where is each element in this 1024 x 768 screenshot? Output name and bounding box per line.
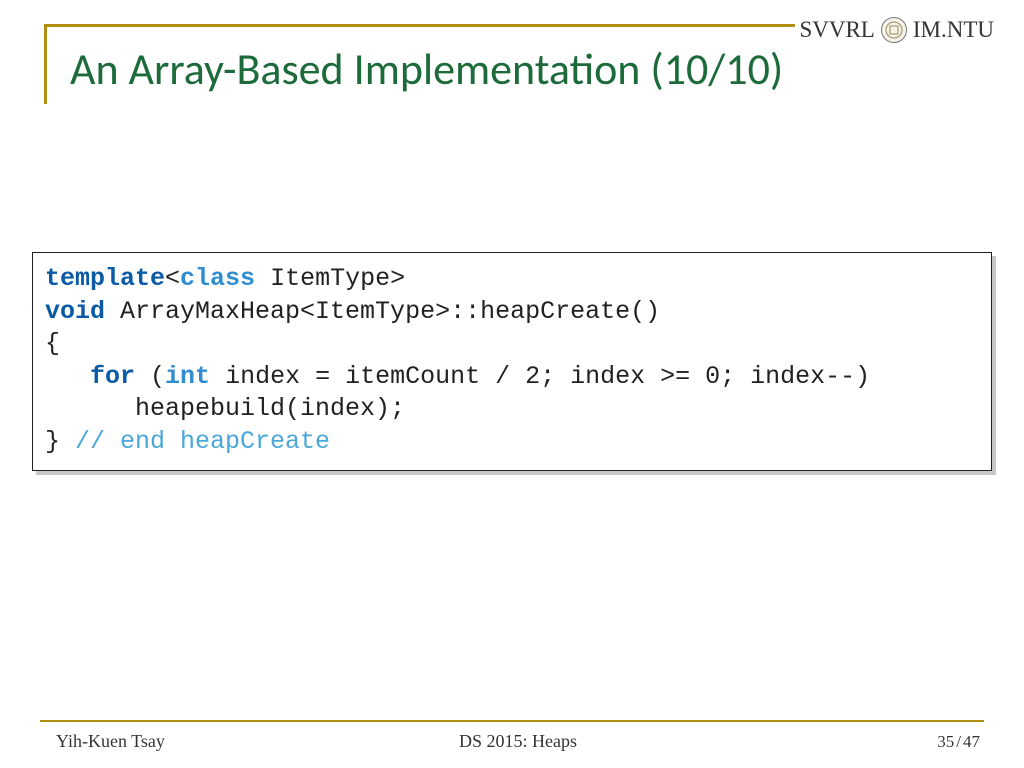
page-total: 47 <box>963 732 980 751</box>
header-affiliation: SVVRL IM.NTU <box>795 17 998 43</box>
slide-title: An Array-Based Implementation (10/10) <box>70 42 783 96</box>
page-sep: / <box>956 732 961 751</box>
slide: SVVRL IM.NTU An Array-Based Implementati… <box>0 0 1024 768</box>
footer-course: DS 2015: Heaps <box>459 731 577 752</box>
kw-class: class <box>180 264 255 293</box>
footer: Yih-Kuen Tsay DS 2015: Heaps 35/47 <box>56 731 980 752</box>
ntu-seal-icon <box>881 17 907 43</box>
kw-int: int <box>165 362 210 391</box>
comment: // end heapCreate <box>75 427 330 456</box>
footer-author: Yih-Kuen Tsay <box>56 731 165 752</box>
org-left: SVVRL <box>799 17 874 43</box>
code-box: template<class ItemType> void ArrayMaxHe… <box>32 252 992 471</box>
kw-for: for <box>90 362 135 391</box>
footer-page: 35/47 <box>937 732 980 752</box>
kw-void: void <box>45 297 105 326</box>
org-right: IM.NTU <box>913 17 994 43</box>
page-current: 35 <box>937 732 954 751</box>
title-rule-left <box>44 24 47 104</box>
footer-rule <box>40 720 984 722</box>
kw-template: template <box>45 264 165 293</box>
code-content: template<class ItemType> void ArrayMaxHe… <box>45 263 979 458</box>
